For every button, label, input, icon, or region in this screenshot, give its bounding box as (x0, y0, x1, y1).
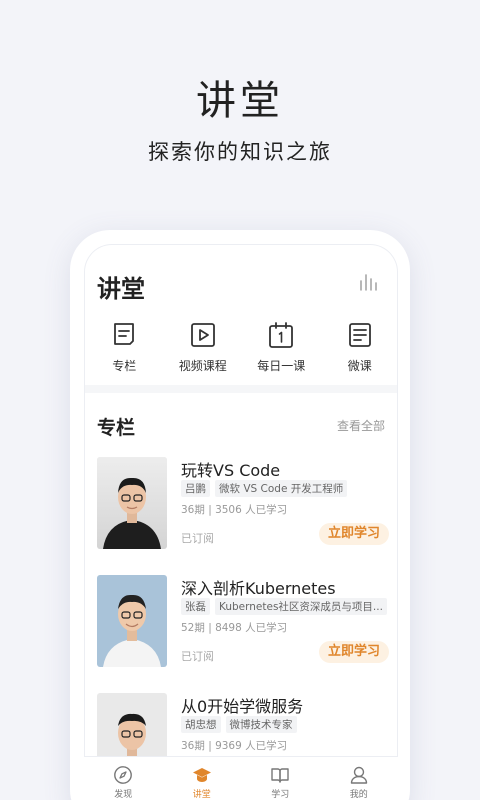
quick-link-video[interactable]: 视频课程 (164, 321, 243, 374)
section-title: 专栏 (97, 417, 136, 439)
course-card[interactable]: 深入剖析Kubernetes 张磊 Kubernetes社区资深成员与项目...… (97, 575, 389, 669)
author-photo (97, 457, 167, 549)
compass-icon (114, 766, 133, 784)
author-tag: 吕鹏 (181, 480, 210, 497)
quick-link-label: 微课 (347, 359, 372, 373)
course-meta: 36期 | 9369 人已学习 (181, 740, 288, 752)
nav-discover[interactable]: 发现 (84, 757, 163, 800)
course-tags: 胡忠想 微博技术专家 (181, 716, 297, 733)
hero-title: 讲堂 (196, 78, 284, 124)
role-tag: Kubernetes社区资深成员与项目... (215, 598, 387, 615)
section-divider (85, 385, 397, 393)
calendar-icon (269, 322, 294, 348)
study-now-button[interactable]: 立即学习 (319, 641, 389, 663)
course-title: 从0开始学微服务 (181, 697, 304, 716)
nav-mine[interactable]: 我的 (320, 757, 399, 800)
author-photo (97, 575, 167, 667)
graduation-cap-icon (192, 768, 211, 782)
column-icon (114, 323, 135, 345)
nav-label: 学习 (271, 790, 290, 800)
hero-subtitle: 探索你的知识之旅 (148, 140, 332, 164)
user-icon (350, 766, 367, 784)
course-card[interactable]: 玩转VS Code 吕鹏 微软 VS Code 开发工程师 36期 | 3506… (97, 457, 389, 551)
bottom-nav: 发现 讲堂 学习 我的 (84, 756, 398, 800)
course-cover (97, 575, 167, 667)
course-meta: 36期 | 3506 人已学习 (181, 504, 288, 516)
author-tag: 胡忠想 (181, 716, 221, 733)
nav-label: 我的 (349, 790, 368, 800)
role-tag: 微博技术专家 (225, 716, 297, 733)
course-meta: 52期 | 8498 人已学习 (181, 622, 288, 634)
app-screen: 讲堂 专栏 视频课程 每日一课 微课 专栏 查看全部 玩转VS Code 吕鹏 … (84, 244, 398, 800)
quick-link-column[interactable]: 专栏 (85, 321, 164, 374)
quick-link-label: 每日一课 (257, 359, 306, 373)
nav-label: 发现 (114, 790, 133, 800)
quick-links: 专栏 视频课程 每日一课 微课 (85, 321, 398, 374)
nav-study[interactable]: 学习 (241, 757, 320, 800)
quick-link-daily[interactable]: 每日一课 (242, 321, 321, 374)
quick-link-micro[interactable]: 微课 (321, 321, 398, 374)
subscribed-status: 已订阅 (181, 650, 214, 663)
quick-link-label: 视频课程 (178, 359, 227, 373)
subscribed-status: 已订阅 (181, 532, 214, 545)
bar-chart-icon[interactable] (359, 273, 379, 291)
page-title: 讲堂 (97, 275, 145, 303)
course-title: 玩转VS Code (181, 461, 281, 480)
video-icon (190, 323, 215, 347)
quick-link-label: 专栏 (112, 359, 137, 373)
author-tag: 张磊 (181, 598, 210, 615)
micro-course-icon (348, 323, 371, 347)
view-all-link[interactable]: 查看全部 (337, 417, 385, 434)
nav-label: 讲堂 (192, 790, 211, 800)
nav-lecture[interactable]: 讲堂 (163, 757, 242, 800)
course-tags: 张磊 Kubernetes社区资深成员与项目... (181, 598, 387, 615)
course-title: 深入剖析Kubernetes (181, 579, 336, 598)
course-tags: 吕鹏 微软 VS Code 开发工程师 (181, 480, 348, 497)
study-now-button[interactable]: 立即学习 (319, 523, 389, 545)
role-tag: 微软 VS Code 开发工程师 (215, 480, 348, 497)
book-icon (271, 768, 289, 783)
course-cover (97, 457, 167, 549)
